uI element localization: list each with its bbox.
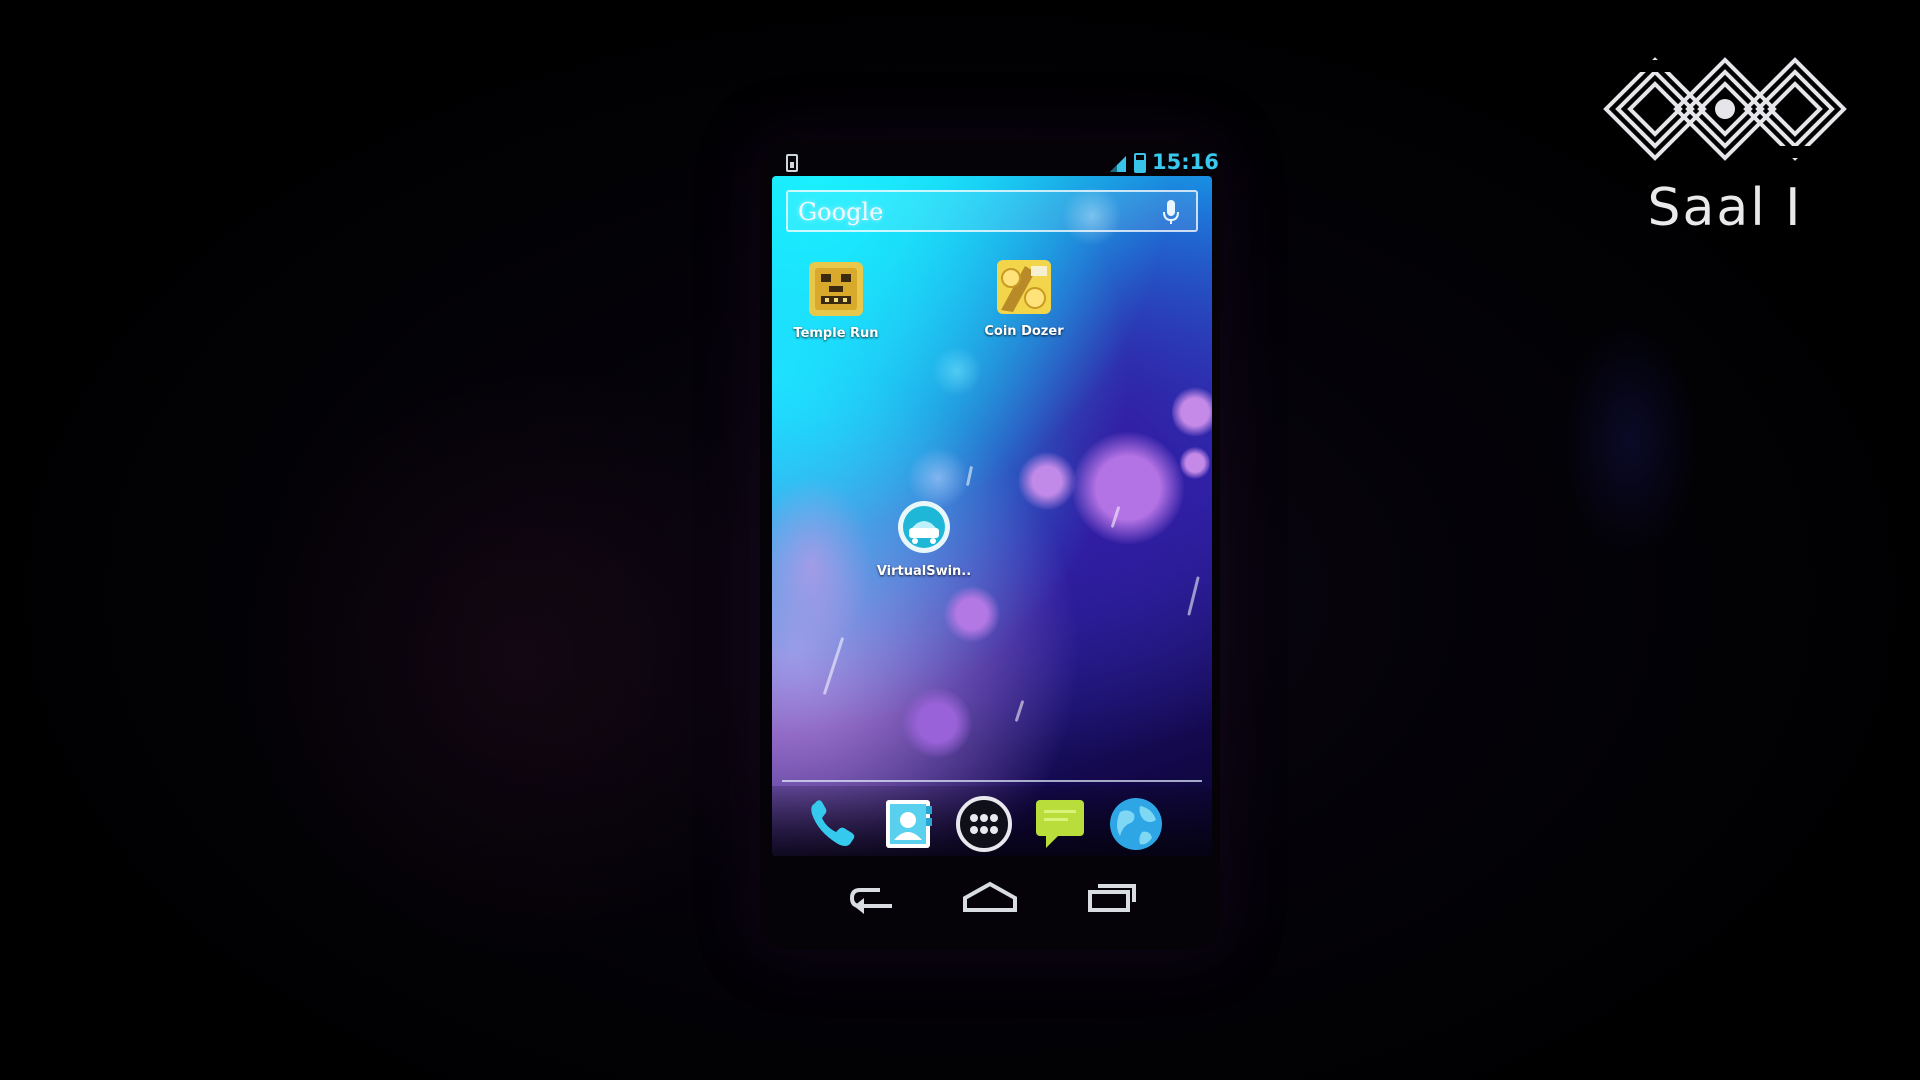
virtualswin-icon xyxy=(898,501,950,553)
wallpaper-bokeh xyxy=(902,688,972,758)
wallpaper-bokeh xyxy=(932,346,982,396)
battery-icon xyxy=(1134,153,1146,173)
sd-card-icon xyxy=(786,154,798,172)
back-icon[interactable] xyxy=(840,872,910,922)
app-temple-run[interactable]: Temple Run xyxy=(776,260,896,341)
contacts-icon[interactable] xyxy=(878,794,938,854)
mic-icon[interactable] xyxy=(1158,198,1184,226)
home-screen[interactable]: Google Temple Run Coin Dozer VirtualSwin… xyxy=(772,176,1212,856)
wallpaper-streak xyxy=(965,465,974,487)
recents-icon[interactable] xyxy=(1076,872,1146,922)
phone-icon[interactable] xyxy=(802,794,862,854)
coin-dozer-icon xyxy=(997,260,1051,314)
globe-icon[interactable] xyxy=(1106,794,1166,854)
wallpaper-bokeh xyxy=(772,476,872,656)
dock-divider xyxy=(782,780,1202,782)
app-label: Temple Run xyxy=(793,326,879,341)
status-clock: 15:16 xyxy=(1152,150,1219,174)
wallpaper-bokeh xyxy=(1072,432,1184,544)
home-icon[interactable] xyxy=(955,872,1025,922)
dock xyxy=(772,786,1212,856)
wallpaper-bokeh xyxy=(944,586,1000,642)
signal-icon xyxy=(1110,156,1126,172)
wallpaper-bokeh xyxy=(1018,452,1076,510)
temple-run-icon xyxy=(809,262,863,316)
wallpaper-streak xyxy=(1014,700,1025,722)
video-frame: Saal I 15:16 Google Temple Run Coin Doze… xyxy=(0,0,1920,1080)
logo-mark-icon xyxy=(1603,57,1847,161)
google-logo: Google xyxy=(798,198,884,226)
app-label: Coin Dozer xyxy=(984,324,1064,339)
wallpaper-bokeh xyxy=(1180,446,1210,480)
background-glow xyxy=(1560,320,1700,560)
channel-logo: Saal I xyxy=(1590,50,1860,240)
status-bar: 15:16 xyxy=(786,150,1219,178)
wallpaper-bokeh xyxy=(1172,386,1212,438)
app-virtualswin[interactable]: VirtualSwin.. xyxy=(864,498,984,579)
apps-grid-icon[interactable] xyxy=(954,794,1014,854)
google-search-bar[interactable]: Google xyxy=(786,190,1198,232)
app-label: VirtualSwin.. xyxy=(876,564,972,579)
navigation-bar xyxy=(760,860,1220,940)
wallpaper-streak xyxy=(1187,576,1200,616)
phone-device: 15:16 Google Temple Run Coin Dozer Virtu… xyxy=(760,140,1220,950)
messaging-icon[interactable] xyxy=(1030,794,1090,854)
background-glow xyxy=(240,360,800,960)
logo-label: Saal I xyxy=(1647,178,1803,238)
app-coin-dozer[interactable]: Coin Dozer xyxy=(964,258,1084,339)
